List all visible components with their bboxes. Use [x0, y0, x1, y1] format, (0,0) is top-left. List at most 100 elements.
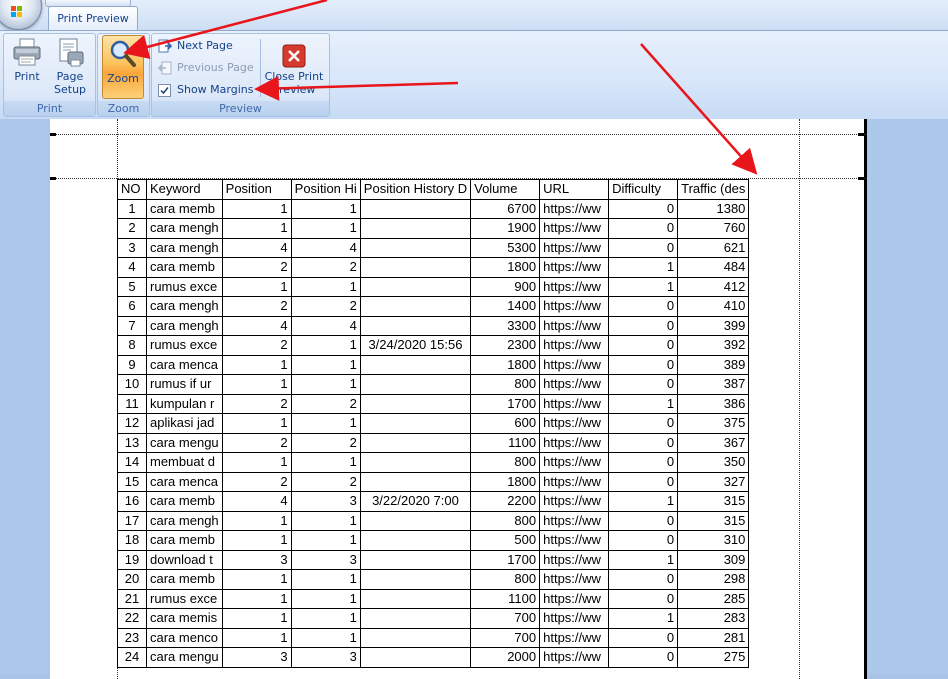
zoom-button[interactable]: Zoom — [102, 35, 144, 99]
table-row: 6 cara mengh 2 2 1400 https://ww 0 410 — [117, 296, 750, 317]
table-cell — [359, 413, 472, 434]
table-cell: 24 — [117, 647, 147, 668]
table-row: 16 cara memb 4 3 3/22/2020 7:00 2200 https://w… — [117, 491, 750, 512]
print-label: Print — [14, 70, 40, 83]
table-cell: 3300 — [470, 315, 541, 336]
column-header: Keyword — [146, 179, 223, 200]
table-cell: https://ww — [539, 608, 610, 629]
table-cell: 2 — [221, 257, 292, 278]
table-cell: download t — [146, 549, 223, 570]
table-cell: 392 — [677, 335, 750, 356]
print-preview-page[interactable]: NO Keyword Position Position Hi Position His… — [50, 119, 867, 679]
next-page-button[interactable]: Next Page — [158, 37, 233, 55]
table-cell: 0 — [608, 471, 679, 492]
table-cell: 1 — [290, 218, 361, 239]
table-cell: 1100 — [470, 432, 541, 453]
table-cell — [359, 198, 472, 219]
table-row: 22 cara memis 1 1 700 https://ww 1 283 — [117, 608, 750, 629]
table-cell: 2300 — [470, 335, 541, 356]
table-cell: cara memis — [146, 608, 223, 629]
table-cell: 1 — [290, 354, 361, 375]
table-cell: 2 — [221, 296, 292, 317]
table-cell: 327 — [677, 471, 750, 492]
table-row: 23 cara menco 1 1 700 https://ww 0 281 — [117, 627, 750, 648]
table-cell — [359, 627, 472, 648]
table-cell: https://ww — [539, 276, 610, 297]
table-cell: 8 — [117, 335, 147, 356]
table-cell: 1 — [608, 276, 679, 297]
table-cell: 3 — [117, 237, 147, 258]
table-cell: 500 — [470, 530, 541, 551]
table-cell — [359, 588, 472, 609]
table-cell: membuat d — [146, 452, 223, 473]
table-cell: 1 — [290, 608, 361, 629]
table-cell: 4 — [117, 257, 147, 278]
table-cell: 3 — [290, 549, 361, 570]
table-cell: 484 — [677, 257, 750, 278]
table-row: 10 rumus if ur 1 1 800 https://ww 0 387 — [117, 374, 750, 395]
table-cell — [359, 276, 472, 297]
table-cell: https://ww — [539, 471, 610, 492]
tab-print-preview[interactable]: Print Preview — [48, 6, 138, 31]
table-cell: https://ww — [539, 354, 610, 375]
previous-page-button[interactable]: Previous Page — [157, 59, 254, 77]
table-cell: 310 — [677, 530, 750, 551]
header-margin-line[interactable] — [50, 134, 867, 135]
ribbon: Print Page Setup Print Zoom Zoom Next Pa… — [0, 30, 948, 120]
previous-page-label: Previous Page — [177, 61, 254, 74]
table-cell: 1100 — [470, 588, 541, 609]
table-cell: 1 — [608, 491, 679, 512]
table-cell: 1 — [608, 257, 679, 278]
table-cell: 0 — [608, 315, 679, 336]
table-cell: 0 — [608, 237, 679, 258]
table-cell: 7 — [117, 315, 147, 336]
print-group-label: Print — [4, 101, 95, 116]
table-cell: 1 — [290, 588, 361, 609]
margin-handle-right-header[interactable] — [858, 133, 864, 136]
table-cell — [359, 354, 472, 375]
table-cell: 1 — [290, 569, 361, 590]
table-cell: 0 — [608, 218, 679, 239]
table-row: 18 cara memb 1 1 500 https://ww 0 310 — [117, 530, 750, 551]
table-cell: 1 — [290, 452, 361, 473]
table-cell: cara menca — [146, 354, 223, 375]
table-cell: 13 — [117, 432, 147, 453]
preview-group-separator — [260, 39, 261, 97]
table-cell: 6700 — [470, 198, 541, 219]
table-cell — [359, 452, 472, 473]
table-cell: 1 — [221, 218, 292, 239]
table-cell — [359, 237, 472, 258]
print-button[interactable]: Print — [7, 36, 47, 83]
table-cell: 2 — [290, 257, 361, 278]
office-button[interactable] — [0, 0, 42, 30]
table-cell: 387 — [677, 374, 750, 395]
preview-area[interactable]: NO Keyword Position Position Hi Position His… — [0, 119, 948, 679]
show-margins-toggle[interactable]: Show Margins — [158, 81, 253, 99]
table-cell: cara memb — [146, 257, 223, 278]
table-cell: 2200 — [470, 491, 541, 512]
table-cell: 800 — [470, 569, 541, 590]
page-setup-button[interactable]: Page Setup — [48, 36, 92, 96]
margin-handle-left-header[interactable] — [50, 133, 56, 136]
table-cell: cara mengh — [146, 218, 223, 239]
table-cell: https://ww — [539, 257, 610, 278]
table-cell: cara memb — [146, 198, 223, 219]
close-print-preview-button[interactable]: Close Print Preview — [264, 36, 324, 96]
margin-handle-left-top[interactable] — [50, 177, 56, 180]
right-margin-line[interactable] — [799, 119, 800, 679]
table-cell: 410 — [677, 296, 750, 317]
table-cell: 3 — [290, 647, 361, 668]
table-row: 5 rumus exce 1 1 900 https://ww 1 412 — [117, 276, 750, 297]
page-setup-icon — [54, 36, 86, 68]
table-cell: 0 — [608, 452, 679, 473]
margin-handle-right-top[interactable] — [858, 177, 864, 180]
zoom-label: Zoom — [107, 72, 139, 85]
table-cell: cara menca — [146, 471, 223, 492]
show-margins-checkbox[interactable] — [158, 83, 171, 97]
table-cell: 600 — [470, 413, 541, 434]
table-cell: 1 — [221, 452, 292, 473]
table-cell: 389 — [677, 354, 750, 375]
table-cell: 3/22/2020 7:00 — [359, 491, 472, 512]
table-cell — [359, 315, 472, 336]
table-cell: https://ww — [539, 335, 610, 356]
